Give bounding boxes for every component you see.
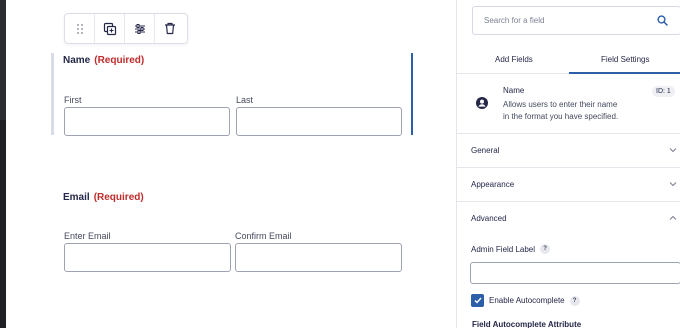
field-id-badge: ID: 1 bbox=[652, 86, 675, 97]
enable-autocomplete-row: Enable Autocomplete ? bbox=[471, 294, 580, 307]
sidebar-tabs: Add Fields Field Settings bbox=[457, 46, 680, 74]
form-editor-canvas: Name (Required) First Last Email (Required… bbox=[6, 0, 456, 328]
confirm-email-label: Confirm Email bbox=[235, 231, 292, 241]
delete-button[interactable] bbox=[155, 14, 185, 43]
tab-field-settings[interactable]: Field Settings bbox=[601, 55, 649, 64]
field-search-input[interactable]: Search for a field bbox=[472, 6, 680, 35]
tab-add-fields[interactable]: Add Fields bbox=[495, 55, 533, 64]
email-field-label: Email bbox=[63, 192, 90, 203]
trash-icon bbox=[165, 22, 175, 35]
field-toolbar bbox=[64, 13, 188, 44]
admin-field-label-title: Admin Field Label ? bbox=[471, 244, 551, 254]
chevron-down-icon bbox=[669, 148, 677, 153]
section-advanced[interactable]: Advanced bbox=[457, 202, 680, 236]
enable-autocomplete-checkbox[interactable] bbox=[471, 294, 484, 307]
search-icon[interactable] bbox=[657, 15, 668, 26]
grip-dots-icon bbox=[76, 23, 83, 34]
duplicate-icon bbox=[103, 22, 116, 35]
required-indicator: (Required) bbox=[93, 192, 144, 203]
help-icon[interactable]: ? bbox=[540, 244, 551, 254]
first-name-label: First bbox=[64, 95, 82, 105]
search-placeholder: Search for a field bbox=[484, 16, 545, 25]
last-name-label: Last bbox=[236, 95, 254, 105]
user-circle-icon bbox=[476, 97, 488, 109]
chevron-down-icon bbox=[669, 182, 677, 187]
last-name-input[interactable] bbox=[236, 107, 402, 136]
selected-indicator bbox=[411, 53, 413, 135]
first-name-input[interactable] bbox=[64, 107, 230, 136]
required-indicator: (Required) bbox=[94, 55, 145, 66]
section-general-label: General bbox=[471, 146, 500, 155]
field-info: Name Allows users to enter their name in… bbox=[457, 76, 680, 134]
autocomplete-attribute-title: Field Autocomplete Attribute bbox=[472, 320, 582, 328]
active-tab-indicator bbox=[569, 72, 680, 74]
field-type-name: Name bbox=[503, 86, 525, 95]
sliders-icon bbox=[134, 23, 145, 34]
section-general[interactable]: General bbox=[457, 134, 680, 168]
drag-handle-button[interactable] bbox=[65, 14, 95, 43]
admin-field-label-input[interactable] bbox=[470, 262, 680, 284]
admin-field-label-text: Admin Field Label bbox=[471, 244, 536, 254]
field-settings-sidebar: Search for a field Add Fields Field Sett… bbox=[456, 0, 680, 328]
section-appearance-label: Appearance bbox=[471, 180, 515, 189]
section-appearance[interactable]: Appearance bbox=[457, 168, 680, 202]
enter-email-input[interactable] bbox=[64, 243, 231, 272]
enter-email-label: Enter Email bbox=[64, 231, 111, 241]
email-field-title: Email (Required) bbox=[63, 192, 144, 203]
enable-autocomplete-label: Enable Autocomplete bbox=[489, 296, 565, 305]
chevron-up-icon bbox=[669, 215, 677, 220]
name-field-label: Name bbox=[63, 55, 91, 66]
field-settings-button[interactable] bbox=[125, 14, 155, 43]
section-advanced-label: Advanced bbox=[471, 214, 507, 223]
field-description: in the format you have specified. bbox=[503, 112, 619, 121]
checkmark-icon bbox=[474, 297, 482, 304]
confirm-email-input[interactable] bbox=[235, 243, 402, 272]
field-description: Allows users to enter their name bbox=[503, 100, 618, 109]
duplicate-button[interactable] bbox=[95, 14, 125, 43]
help-icon[interactable]: ? bbox=[569, 295, 580, 306]
name-field-title: Name (Required) bbox=[63, 55, 144, 66]
